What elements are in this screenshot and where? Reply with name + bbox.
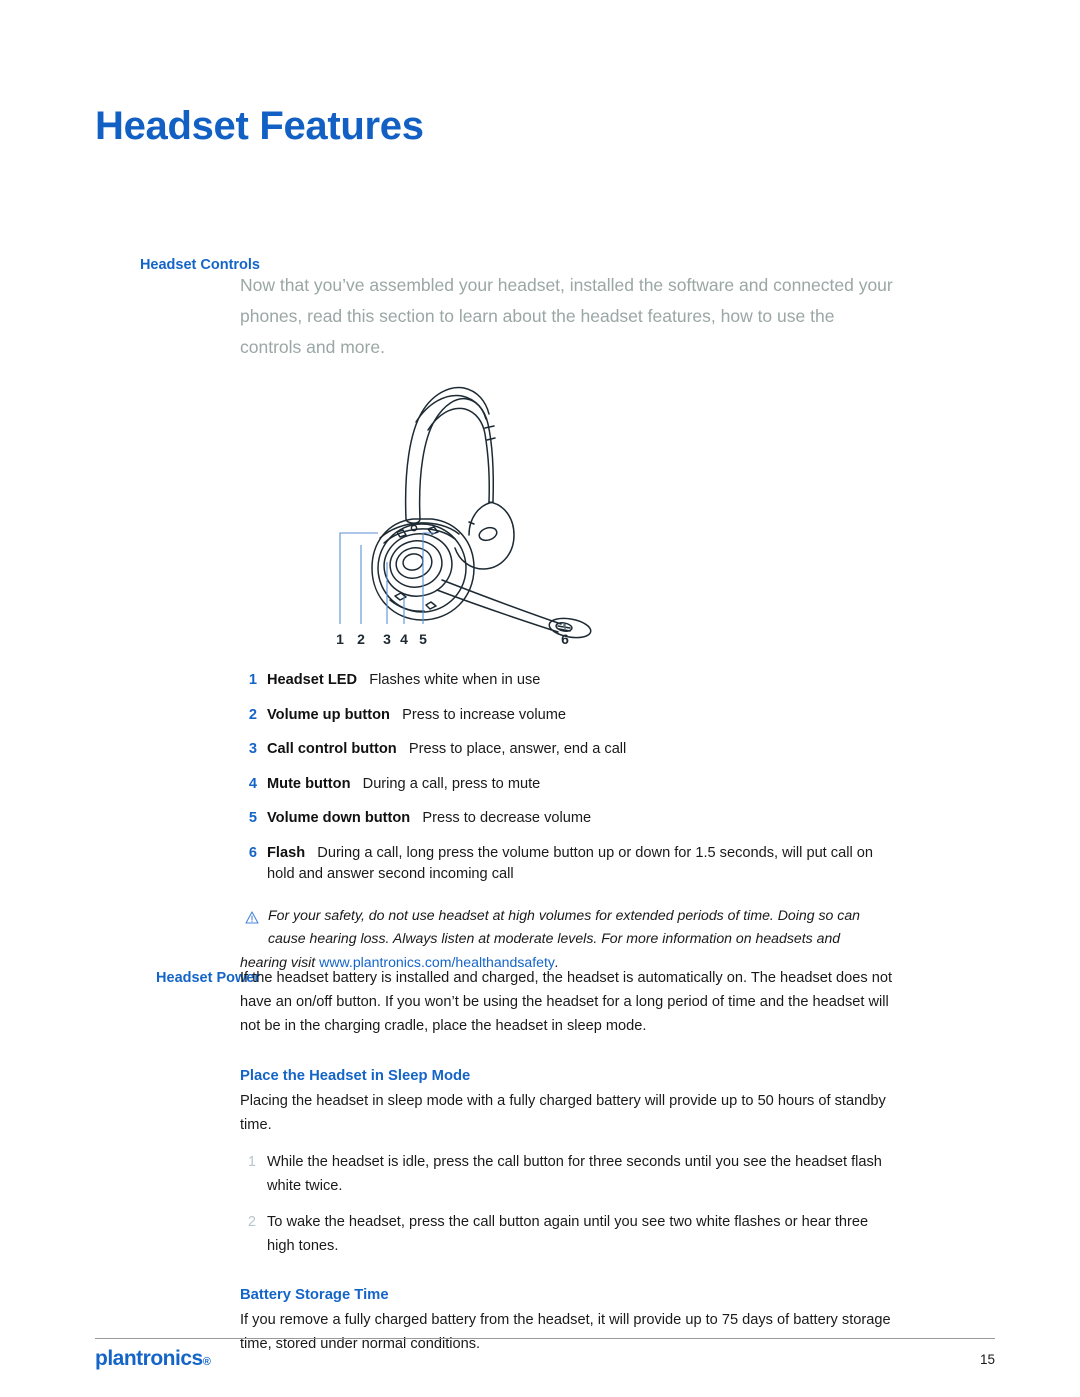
plantronics-logo: plantronics®: [95, 1347, 211, 1371]
feature-description: During a call, press to mute: [362, 775, 541, 792]
svg-text:5: 5: [419, 631, 427, 647]
warning-triangle-icon: [245, 908, 259, 924]
battery-storage-heading: Battery Storage Time: [240, 1287, 389, 1303]
logo-text: plantronics: [95, 1347, 203, 1370]
feature-item: 2 Volume up button Press to increase vol…: [240, 705, 900, 726]
step-number: 1: [247, 1154, 256, 1170]
sleep-mode-heading: Place the Headset in Sleep Mode: [240, 1068, 471, 1084]
feature-term: Flash: [267, 844, 306, 861]
svg-text:2: 2: [357, 631, 365, 647]
feature-item: 3 Call control button Press to place, an…: [240, 739, 900, 760]
battery-storage-paragraph: If you remove a fully charged battery fr…: [240, 1312, 891, 1352]
feature-number: 6: [248, 844, 257, 861]
registered-mark: ®: [202, 1356, 211, 1368]
safety-note: For your safety, do not use headset at h…: [240, 904, 900, 975]
svg-text:6: 6: [561, 631, 569, 647]
feature-number: 1: [248, 672, 257, 688]
headset-controls-intro: Now that you’ve assembled your headset, …: [240, 274, 893, 357]
footer-divider: [95, 1338, 995, 1339]
feature-term: Headset LED: [267, 672, 358, 688]
section-label-headset-controls: Headset Controls: [139, 257, 260, 273]
feature-description: Press to increase volume: [402, 706, 566, 723]
section-label-headset-power: Headset Power: [156, 970, 260, 986]
step-item: 2 To wake the headset, press the call bu…: [240, 1210, 895, 1258]
feature-number: 5: [248, 810, 257, 826]
feature-description: Press to place, answer, end a call: [408, 741, 627, 757]
step-text: While the headset is idle, press the cal…: [267, 1154, 882, 1194]
feature-term: Volume up button: [267, 706, 390, 723]
feature-item: 6 Flash During a call, long press the vo…: [240, 843, 900, 885]
sleep-mode-steps: 1 While the headset is idle, press the c…: [240, 1150, 895, 1258]
step-number: 2: [247, 1214, 256, 1230]
feature-number: 4: [248, 775, 257, 792]
feature-description: Press to decrease volume: [422, 810, 592, 826]
safety-note-text: For your safety, do not use headset at h…: [268, 906, 861, 947]
feature-description: Flashes white when in use: [369, 672, 541, 688]
feature-term: Volume down button: [267, 810, 411, 826]
feature-item: 4 Mute button During a call, press to mu…: [240, 774, 900, 795]
step-text: To wake the headset, press the call butt…: [267, 1214, 869, 1254]
feature-number: 3: [248, 741, 257, 757]
sleep-mode-paragraph: Placing the headset in sleep mode with a…: [240, 1093, 886, 1133]
headset-illustration: 1 2 3 4 5 6: [318, 362, 618, 654]
step-item: 1 While the headset is idle, press the c…: [240, 1150, 895, 1198]
feature-item: 1 Headset LED Flashes white when in use: [240, 670, 900, 691]
headset-power-paragraph: If the headset battery is installed and …: [240, 970, 893, 1034]
headset-features-list: 1 Headset LED Flashes white when in use …: [240, 670, 900, 974]
feature-number: 2: [248, 706, 257, 723]
page-number: 15: [979, 1352, 995, 1367]
document-page: Headset Features Headset Controls Now th…: [0, 0, 1080, 1397]
svg-text:4: 4: [400, 631, 408, 647]
svg-text:1: 1: [336, 631, 344, 647]
feature-term: Call control button: [267, 741, 397, 757]
feature-term: Mute button: [267, 775, 351, 792]
page-title: Headset Features: [95, 103, 424, 148]
feature-description: During a call, long press the volume but…: [267, 844, 873, 882]
feature-item: 5 Volume down button Press to decrease v…: [240, 808, 900, 829]
svg-text:3: 3: [383, 631, 391, 647]
